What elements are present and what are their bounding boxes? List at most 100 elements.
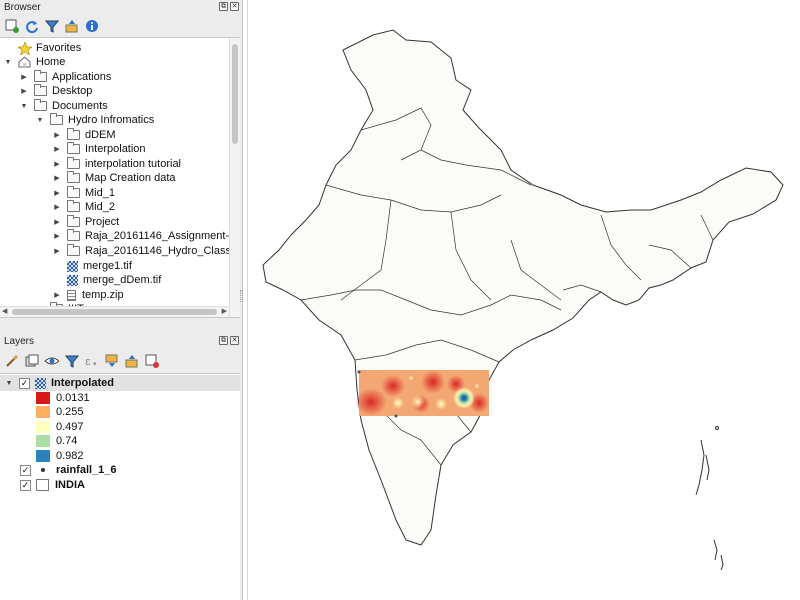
collapsed-arrow-icon[interactable]: ▶	[53, 247, 61, 255]
layer-visibility-checkbox[interactable]: ✓	[20, 464, 31, 476]
collapsed-arrow-icon[interactable]: ▶	[20, 73, 28, 81]
tree-item-raja-assignment[interactable]: ▶ Raja_20161146_Assignment-	[53, 229, 229, 243]
expand-all-button[interactable]	[104, 353, 119, 368]
tree-item-interpolation-tutorial[interactable]: ▶ interpolation tutorial	[53, 157, 181, 171]
scroll-left-icon[interactable]: ◀	[2, 307, 7, 315]
tree-item-favorites[interactable]: Favorites	[4, 41, 81, 55]
collapsed-arrow-icon[interactable]: ▶	[53, 145, 61, 153]
layer-visibility-checkbox[interactable]: ✓	[20, 479, 31, 491]
collapsed-arrow-icon[interactable]: ▶	[53, 203, 61, 211]
layer-row-interpolated[interactable]: ▼ ✓ Interpolated	[5, 376, 114, 390]
browser-close-button[interactable]: ✕	[230, 2, 239, 11]
browser-float-button[interactable]: ⧉	[219, 2, 228, 11]
tree-item-label: Hydro Infromatics	[68, 114, 155, 126]
browser-horizontal-scrollbar[interactable]: ◀ ▶	[0, 306, 229, 317]
legend-swatch	[36, 421, 50, 433]
tree-item-hydro-infromatics[interactable]: ▼ Hydro Infromatics	[36, 113, 154, 127]
tree-item-applications[interactable]: ▶ Applications	[20, 70, 111, 84]
collapsed-arrow-icon[interactable]: ▶	[53, 232, 61, 240]
tree-item-project[interactable]: ▶ Project	[53, 215, 119, 229]
legend-value: 0.982	[56, 450, 84, 462]
tree-item-mid-2[interactable]: ▶ Mid_2	[53, 200, 115, 214]
filter-icon	[64, 355, 79, 368]
layer-visibility-checkbox[interactable]: ✓	[19, 377, 30, 389]
tree-item-ddem[interactable]: ▶ dDEM	[53, 128, 116, 142]
tree-item-documents[interactable]: ▼ Documents	[20, 99, 108, 113]
layers-close-button[interactable]: ✕	[230, 336, 239, 345]
layer-row-rainfall[interactable]: ✓ rainfall_1_6	[20, 463, 117, 477]
legend-swatch	[36, 435, 50, 447]
collapsed-arrow-icon[interactable]: ▶	[20, 87, 28, 95]
browser-vertical-scrollbar[interactable]	[229, 38, 240, 317]
layers-tree[interactable]: ▼ ✓ Interpolated 0.0131 0.255 0.497 0.74…	[0, 373, 240, 600]
filter-legend-button[interactable]	[64, 353, 79, 368]
layers-float-button[interactable]: ⧉	[219, 336, 228, 345]
tree-item-raja-hydro-class[interactable]: ▶ Raja_20161146_Hydro_Class_	[53, 244, 237, 258]
layers-window-buttons: ⧉ ✕	[219, 336, 239, 345]
filter-button[interactable]	[44, 18, 59, 33]
tree-item-home[interactable]: ▼ Home	[4, 55, 66, 69]
collapse-all-button[interactable]	[64, 18, 79, 33]
tree-item-desktop[interactable]: ▶ Desktop	[20, 84, 92, 98]
scroll-right-icon[interactable]: ▶	[222, 307, 227, 315]
browser-window-buttons: ⧉ ✕	[219, 2, 239, 11]
folder-icon	[67, 244, 80, 256]
folder-icon	[67, 142, 80, 154]
layers-panel-title: Layers	[4, 336, 35, 347]
layer-row-india[interactable]: ✓ INDIA	[20, 478, 85, 492]
tree-item-map-creation-data[interactable]: ▶ Map Creation data	[53, 171, 176, 185]
add-group-icon	[25, 354, 38, 366]
collapsed-arrow-icon[interactable]: ▶	[53, 189, 61, 197]
expanded-arrow-icon[interactable]: ▼	[4, 58, 12, 66]
star-icon	[18, 41, 32, 55]
layer-name: INDIA	[55, 479, 85, 491]
polygon-symbol-icon	[36, 479, 49, 491]
expanded-arrow-icon[interactable]: ▼	[20, 102, 28, 110]
layer-styling-button[interactable]	[4, 353, 19, 368]
tree-item-label: merge1.tif	[83, 260, 132, 272]
svg-text:▾: ▾	[93, 360, 97, 368]
folder-icon	[67, 157, 80, 169]
tree-item-label: dDEM	[85, 129, 116, 141]
layer-name: Interpolated	[51, 377, 114, 389]
interpolated-raster	[355, 370, 489, 418]
filter-expression-button[interactable]: ε ▾	[84, 353, 99, 368]
legend-item: 0.74	[36, 434, 77, 448]
expanded-arrow-icon[interactable]: ▼	[5, 379, 13, 387]
collapsed-arrow-icon[interactable]: ▶	[53, 218, 61, 226]
scroll-thumb[interactable]	[12, 309, 217, 315]
tree-item-temp-zip[interactable]: ▶ temp.zip	[53, 288, 123, 302]
folder-icon	[67, 215, 80, 227]
tree-item-mid-1[interactable]: ▶ Mid_1	[53, 186, 115, 200]
tree-item-merge-ddem-tif[interactable]: merge_dDem.tif	[67, 273, 161, 287]
manage-visibility-button[interactable]	[44, 353, 59, 368]
tree-item-merge1-tif[interactable]: merge1.tif	[67, 259, 132, 273]
browser-toolbar	[4, 18, 99, 33]
map-canvas[interactable]	[247, 0, 800, 600]
legend-value: 0.255	[56, 406, 84, 418]
zip-icon	[67, 289, 76, 301]
collapse-all-layers-button[interactable]	[124, 353, 139, 368]
collapsed-arrow-icon[interactable]: ▶	[53, 291, 61, 299]
browser-tree[interactable]: Favorites ▼ Home ▶ Applications ▶ Deskto…	[0, 37, 240, 318]
refresh-button[interactable]	[24, 18, 39, 33]
tree-item-label: Raja_20161146_Hydro_Class_	[85, 245, 238, 257]
properties-button[interactable]	[84, 18, 99, 33]
legend-item: 0.982	[36, 449, 84, 463]
remove-layer-button[interactable]	[144, 353, 159, 368]
folder-icon	[67, 186, 80, 198]
left-dock: Browser ⧉ ✕ Favorites ▼ Home ▶ Applicati…	[0, 0, 243, 600]
collapse-all-icon	[65, 19, 77, 32]
collapsed-arrow-icon[interactable]: ▶	[53, 131, 61, 139]
expanded-arrow-icon[interactable]: ▼	[36, 116, 44, 124]
tree-item-interpolation[interactable]: ▶ Interpolation	[53, 142, 146, 156]
info-icon	[85, 19, 98, 32]
splitter-handle[interactable]	[240, 290, 243, 302]
legend-item: 0.0131	[36, 391, 90, 405]
add-layer-button[interactable]	[4, 18, 19, 33]
add-group-button[interactable]	[24, 353, 39, 368]
collapsed-arrow-icon[interactable]: ▶	[53, 160, 61, 168]
collapsed-arrow-icon[interactable]: ▶	[53, 174, 61, 182]
legend-item: 0.255	[36, 405, 84, 419]
scroll-thumb[interactable]	[232, 44, 238, 144]
